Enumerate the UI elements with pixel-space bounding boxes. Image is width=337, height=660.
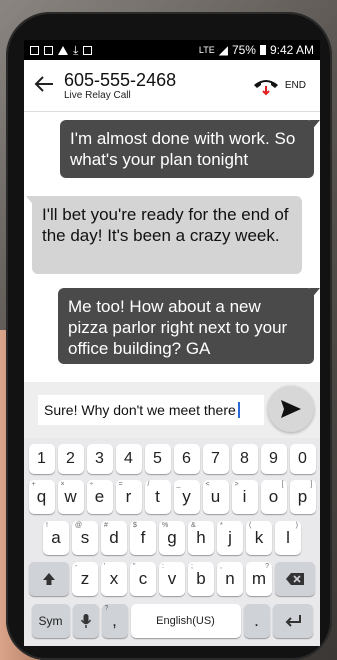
text-cursor <box>237 402 240 418</box>
microphone-icon <box>80 614 91 628</box>
period-key[interactable]: . <box>243 604 270 638</box>
comma-key[interactable]: ?, <box>101 604 128 638</box>
key-h[interactable]: & h <box>188 521 214 555</box>
call-header: 605-555-2468 Live Relay Call END <box>24 60 320 112</box>
battery-icon <box>259 45 266 55</box>
key-p[interactable]: ] p <box>289 480 316 514</box>
key-t[interactable]: / t <box>144 480 171 514</box>
key-u[interactable]: < u <box>202 480 229 514</box>
key-e[interactable]: ÷ e <box>86 480 113 514</box>
message-outgoing: Me too! How about a new pizza parlor rig… <box>58 288 320 364</box>
key-4[interactable]: 4 <box>115 444 142 474</box>
notification-icons: ⤓ <box>30 42 93 58</box>
key-i[interactable]: > i <box>231 480 258 514</box>
conversation: I'm almost done with work. So what's you… <box>24 112 320 382</box>
backspace-key[interactable] <box>275 562 315 596</box>
key-3[interactable]: 3 <box>86 444 113 474</box>
key-c[interactable]: " c <box>130 562 156 596</box>
status-right: LTE ◢ 75% 9:42 AM <box>199 43 314 57</box>
battery-percent: 75% <box>231 43 256 57</box>
send-button[interactable] <box>268 386 314 432</box>
key-w[interactable]: × w <box>57 480 84 514</box>
key-m[interactable]: ? m <box>246 562 272 596</box>
hang-up-icon <box>253 77 279 95</box>
key-d[interactable]: # d <box>101 521 127 555</box>
keyboard-number-row: 1 2 3 4 5 6 7 8 9 0 <box>24 444 320 474</box>
key-n[interactable]: ,n <box>217 562 243 596</box>
signal-bars-icon: ◢ <box>218 43 228 57</box>
space-key[interactable]: English(US) <box>130 604 241 638</box>
end-call-button[interactable]: END <box>253 77 320 95</box>
key-v[interactable]: :v <box>159 562 185 596</box>
key-7[interactable]: 7 <box>202 444 229 474</box>
key-l[interactable]: ) l <box>275 521 301 555</box>
key-x[interactable]: ' x <box>101 562 127 596</box>
key-r[interactable]: = r <box>115 480 142 514</box>
key-2[interactable]: 2 <box>57 444 84 474</box>
shift-key[interactable] <box>29 562 69 596</box>
key-q[interactable]: + q <box>28 480 55 514</box>
status-bar: ⤓ LTE ◢ 75% 9:42 AM <box>24 40 320 60</box>
image-notification-icon <box>44 45 53 55</box>
key-k[interactable]: (k <box>246 521 272 555</box>
message-incoming: I'll bet you're ready for the end of the… <box>26 196 302 274</box>
send-icon <box>281 400 301 418</box>
key-1[interactable]: 1 <box>28 444 55 474</box>
key-0[interactable]: 0 <box>289 444 316 474</box>
key-6[interactable]: 6 <box>173 444 200 474</box>
caller-info: 605-555-2468 Live Relay Call <box>64 70 253 101</box>
key-b[interactable]: ; b <box>188 562 214 596</box>
message-input-text: Sure! Why don't we meet there <box>44 402 236 418</box>
key-o[interactable]: [o <box>260 480 287 514</box>
key-f[interactable]: $ f <box>130 521 156 555</box>
call-subtitle: Live Relay Call <box>64 90 131 101</box>
clock: 9:42 AM <box>269 43 314 57</box>
key-5[interactable]: 5 <box>144 444 171 474</box>
key-8[interactable]: 8 <box>231 444 258 474</box>
key-9[interactable]: 9 <box>260 444 287 474</box>
keyboard: 1 2 3 4 5 6 7 8 9 0 + q × w ÷ e = r / t _ y < u… <box>24 438 320 646</box>
back-arrow-icon[interactable] <box>24 72 64 100</box>
enter-icon <box>285 615 301 627</box>
key-s[interactable]: @ s <box>72 521 98 555</box>
warning-icon <box>58 45 68 55</box>
keyboard-row-4: Sym ?, English(US) . <box>24 604 320 638</box>
key-j[interactable]: * j <box>217 521 243 555</box>
compose-bar: Sure! Why don't we meet there <box>24 382 320 438</box>
voice-input-key[interactable] <box>72 604 99 638</box>
message-input[interactable]: Sure! Why don't we meet there <box>38 395 264 425</box>
key-a[interactable]: ! a <box>43 521 69 555</box>
shift-icon <box>43 573 55 585</box>
backspace-icon <box>286 573 304 585</box>
signal-icon: LTE <box>198 45 215 55</box>
key-z[interactable]: -z <box>72 562 98 596</box>
phone-number: 605-555-2468 <box>64 70 177 90</box>
message-outgoing: I'm almost done with work. So what's you… <box>60 120 320 178</box>
end-label: END <box>284 80 306 91</box>
sym-key[interactable]: Sym <box>31 604 70 638</box>
download-icon: ⤓ <box>73 42 79 57</box>
voicemail-icon <box>83 45 93 55</box>
keyboard-row-3: -z ' x " c :v ; b ,n ? m <box>24 562 320 596</box>
keyboard-row-1: + q × w ÷ e = r / t _ y < u > i [o ] p <box>24 480 320 514</box>
key-y[interactable]: _ y <box>173 480 200 514</box>
enter-key[interactable] <box>272 604 313 638</box>
key-g[interactable]: % g <box>159 521 185 555</box>
message-notification-icon <box>30 45 39 55</box>
keyboard-row-2: ! a @ s # d $ f % g & h * j (k ) l <box>24 521 320 555</box>
